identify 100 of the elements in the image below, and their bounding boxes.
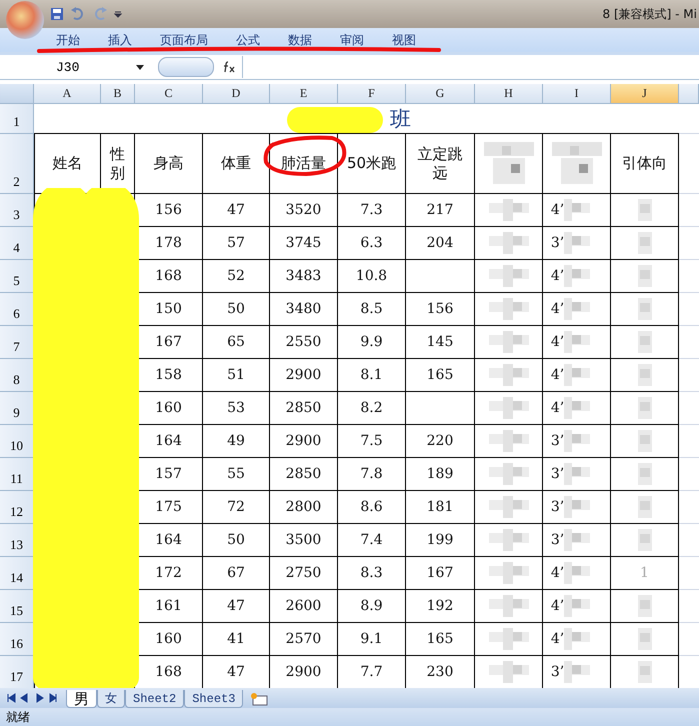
row-header[interactable]: 11 [0, 458, 34, 491]
table-cell: 9.1 [338, 623, 406, 656]
table-cell: 49 [203, 425, 270, 458]
table-cell: 2800 [270, 491, 338, 524]
table-cell: 8.3 [338, 557, 406, 590]
row-header[interactable]: 7 [0, 326, 34, 359]
row-header[interactable]: 1 [0, 104, 34, 134]
table-cell: 4’ [550, 367, 564, 383]
table-cell: 3520 [270, 194, 338, 227]
table-cell: 192 [406, 590, 475, 623]
name-box[interactable]: J30 [0, 60, 150, 74]
table-cell: 2550 [270, 326, 338, 359]
table-cell: 181 [406, 491, 475, 524]
table-cell: 189 [406, 458, 475, 491]
table-cell: 8.9 [338, 590, 406, 623]
row-header[interactable]: 13 [0, 524, 34, 557]
table-cell: 72 [203, 491, 270, 524]
table-cell: 3745 [270, 227, 338, 260]
ribbon-tab[interactable]: 公式 [222, 32, 274, 48]
table-header-cell: 体重 [203, 134, 270, 194]
sheet-tab[interactable]: 男 [66, 690, 97, 708]
row-header[interactable]: 12 [0, 491, 34, 524]
table-cell: 8.5 [338, 293, 406, 326]
ribbon-tab[interactable]: 页面布局 [146, 32, 222, 48]
ribbon-tab[interactable]: 开始 [42, 32, 94, 48]
table-cell: 9.9 [338, 326, 406, 359]
table-cell: 51 [203, 359, 270, 392]
table-cell: 165 [406, 359, 475, 392]
table-cell: 3’ [550, 433, 564, 449]
row-header[interactable]: 17 [0, 656, 34, 689]
table-cell: 50 [203, 293, 270, 326]
row-header[interactable]: 15 [0, 590, 34, 623]
row-header[interactable]: 9 [0, 392, 34, 425]
table-cell: 2850 [270, 392, 338, 425]
table-cell: 3’ [550, 532, 564, 548]
table-cell: 41 [203, 623, 270, 656]
table-cell: 67 [203, 557, 270, 590]
row-header[interactable]: 3 [0, 194, 34, 227]
column-header[interactable]: D [203, 84, 270, 104]
table-cell: 2900 [270, 425, 338, 458]
table-cell: 47 [203, 194, 270, 227]
row-header[interactable]: 14 [0, 557, 34, 590]
row-header[interactable]: 8 [0, 359, 34, 392]
table-cell: 57 [203, 227, 270, 260]
table-cell: 2900 [270, 359, 338, 392]
ribbon-tab[interactable]: 视图 [378, 32, 430, 48]
table-cell: 55 [203, 458, 270, 491]
table-cell: 52 [203, 260, 270, 293]
table-cell: 3483 [270, 260, 338, 293]
table-cell: 217 [406, 194, 475, 227]
table-cell: 1 [611, 557, 679, 590]
table-cell: 167 [406, 557, 475, 590]
row-header[interactable]: 16 [0, 623, 34, 656]
table-cell: 4’ [550, 400, 564, 416]
sheet-tab[interactable]: Sheet3 [184, 690, 244, 708]
table-cell: 4’ [550, 301, 564, 317]
table-cell: 7.4 [338, 524, 406, 557]
table-cell: 204 [406, 227, 475, 260]
table-cell: 3480 [270, 293, 338, 326]
table-header-cell: 身高 [135, 134, 203, 194]
column-header[interactable]: E [270, 84, 338, 104]
ribbon-tab[interactable]: 审阅 [326, 32, 378, 48]
ribbon-tab[interactable]: 数据 [274, 32, 326, 48]
column-header[interactable]: B [101, 84, 135, 104]
column-header[interactable]: A [34, 84, 101, 104]
table-cell: 7.8 [338, 458, 406, 491]
table-cell: 2600 [270, 590, 338, 623]
row-header[interactable]: 5 [0, 260, 34, 293]
sheet-tab[interactable]: 女 [97, 690, 125, 708]
table-cell: 4’ [550, 268, 564, 284]
row-header[interactable]: 2 [0, 134, 34, 194]
table-cell: 156 [406, 293, 475, 326]
table-cell: 7.3 [338, 194, 406, 227]
table-cell: 2570 [270, 623, 338, 656]
table-cell: 3’ [550, 664, 564, 680]
table-cell: 165 [406, 623, 475, 656]
sheet-tab[interactable]: Sheet2 [125, 690, 184, 708]
status-text: 就绪 [6, 708, 30, 726]
column-header[interactable]: I [543, 84, 611, 104]
table-cell: 4’ [550, 334, 564, 350]
table-cell: 7.5 [338, 425, 406, 458]
row-header[interactable]: 4 [0, 227, 34, 260]
table-cell: 47 [203, 590, 270, 623]
table-cell: 8.6 [338, 491, 406, 524]
column-header[interactable]: F [338, 84, 406, 104]
column-header[interactable]: G [406, 84, 475, 104]
ribbon-tab[interactable]: 插入 [94, 32, 146, 48]
table-header-cell: 肺活量 [270, 134, 338, 194]
table-cell: 145 [406, 326, 475, 359]
window-title: 8 [兼容模式] - Mi [602, 6, 698, 22]
table-cell: 8.2 [338, 392, 406, 425]
column-header[interactable]: H [475, 84, 543, 104]
column-header[interactable]: C [135, 84, 203, 104]
table-cell: 220 [406, 425, 475, 458]
row-header[interactable]: 10 [0, 425, 34, 458]
table-cell: 65 [203, 326, 270, 359]
table-header-cell: 立定跳远 [406, 134, 475, 194]
table-cell: 4’ [550, 631, 564, 647]
column-header[interactable]: J [611, 84, 679, 104]
row-header[interactable]: 6 [0, 293, 34, 326]
